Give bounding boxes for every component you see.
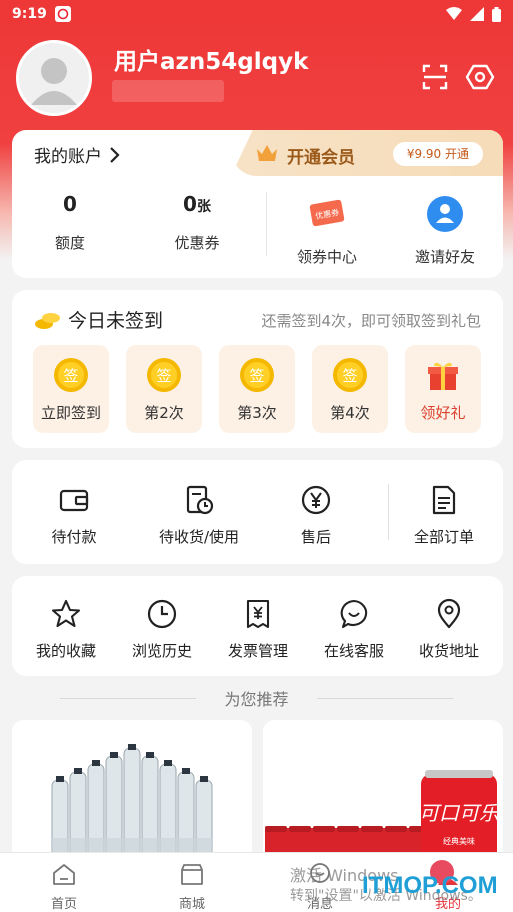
app-notification-icon xyxy=(54,6,71,22)
stat-credit-value: 0 xyxy=(63,192,77,216)
star-icon xyxy=(51,599,81,628)
tools-card: 我的收藏 浏览历史 发票管理 在线客服 收货地址 xyxy=(12,576,503,676)
svg-text:可口可乐: 可口可乐 xyxy=(419,801,501,825)
order-label: 售后 xyxy=(300,528,331,546)
nav-store[interactable]: 商城 xyxy=(152,861,232,912)
vip-open-button[interactable]: ¥9.90 开通 xyxy=(392,142,483,166)
divider xyxy=(388,484,389,540)
svg-text:签: 签 xyxy=(249,367,264,385)
vip-label: 开通会员 xyxy=(287,148,355,168)
status-time: 9:19 xyxy=(12,6,47,22)
nav-home[interactable]: 首页 xyxy=(24,861,104,912)
checkin-day-label: 第2次 xyxy=(144,404,184,422)
checkin-day-1[interactable]: 签 立即签到 xyxy=(33,345,109,433)
stat-coupons-value: 0张 xyxy=(183,192,211,216)
coupon-center-icon: 优惠券 xyxy=(309,199,345,227)
nav-label: 商城 xyxy=(178,897,205,912)
order-after-sales[interactable]: 售后 xyxy=(276,484,356,547)
checkin-day-2[interactable]: 签 第2次 xyxy=(126,345,202,433)
checkin-coin-icon: 签 xyxy=(333,358,367,392)
wallet-icon xyxy=(59,489,89,512)
svg-text:签: 签 xyxy=(156,367,171,385)
svg-text:经典美味: 经典美味 xyxy=(443,836,475,846)
yen-circle-icon xyxy=(301,485,331,515)
order-label: 待付款 xyxy=(51,528,97,546)
status-bar: 9:19 xyxy=(0,0,513,28)
stat-coupons[interactable]: 0张 优惠券 xyxy=(142,192,252,253)
settings-icon[interactable] xyxy=(465,62,495,92)
checkin-hint: 还需签到4次，即可领取签到礼包 xyxy=(261,312,481,330)
tool-invoices[interactable]: 发票管理 xyxy=(210,598,306,661)
scan-icon[interactable] xyxy=(420,62,450,92)
nav-label: 首页 xyxy=(50,897,77,912)
location-pin-icon xyxy=(437,598,461,629)
tool-label: 收货地址 xyxy=(418,642,479,660)
invite-friends-link[interactable]: 邀请好友 xyxy=(390,194,500,267)
invite-friends-label: 邀请好友 xyxy=(414,248,475,266)
site-logo: ITMOP.COM xyxy=(362,872,498,899)
order-pending-payment[interactable]: 待付款 xyxy=(34,484,114,547)
tool-address[interactable]: 收货地址 xyxy=(401,598,497,661)
gold-coins-icon xyxy=(35,313,60,329)
invoice-icon xyxy=(246,599,270,629)
stat-coupons-label: 优惠券 xyxy=(174,234,220,252)
svg-text:签: 签 xyxy=(63,367,78,385)
invite-friend-icon xyxy=(427,196,463,232)
checkin-coin-icon: 签 xyxy=(54,358,88,392)
store-icon xyxy=(181,864,203,885)
chevron-right-icon xyxy=(110,146,120,163)
checkin-day-label: 第4次 xyxy=(330,404,370,422)
order-label: 全部订单 xyxy=(413,528,474,546)
tool-label: 浏览历史 xyxy=(131,642,192,660)
tool-customer-service[interactable]: 在线客服 xyxy=(306,598,402,661)
username[interactable]: 用户azn54glqyk xyxy=(114,42,308,76)
tool-label: 发票管理 xyxy=(227,642,288,660)
order-pending-receipt[interactable]: 待收货/使用 xyxy=(144,484,254,547)
account-card: 我的账户 开通会员 ¥9.90 开通 0 额度 0张 优惠券 优惠券 领券中心 … xyxy=(12,130,503,278)
checkin-gift-label: 领好礼 xyxy=(420,404,466,422)
crown-icon xyxy=(257,145,277,161)
svg-text:签: 签 xyxy=(342,367,357,385)
stat-credit-label: 额度 xyxy=(54,234,85,252)
tool-history[interactable]: 浏览历史 xyxy=(114,598,210,661)
checkin-coin-icon: 签 xyxy=(240,358,274,392)
home-icon xyxy=(53,864,75,885)
checkin-day-label: 第3次 xyxy=(237,404,277,422)
checkin-day-label: 立即签到 xyxy=(40,404,101,422)
checkin-day-4[interactable]: 签 第4次 xyxy=(312,345,388,433)
checkin-day-3[interactable]: 签 第3次 xyxy=(219,345,295,433)
gift-icon xyxy=(428,362,458,390)
divider xyxy=(317,698,453,699)
checkin-gift[interactable]: 领好礼 xyxy=(405,345,481,433)
divider xyxy=(266,192,267,256)
tool-favorites[interactable]: 我的收藏 xyxy=(18,598,114,661)
vip-banner[interactable]: 开通会员 ¥9.90 开通 xyxy=(231,130,503,176)
order-all[interactable]: 全部订单 xyxy=(404,484,484,547)
checkin-title: 今日未签到 xyxy=(68,310,164,332)
tool-label: 在线客服 xyxy=(323,642,384,660)
checkin-card: 今日未签到 还需签到4次，即可领取签到礼包 签 立即签到 签 第2次 签 第3次… xyxy=(12,290,503,448)
avatar[interactable] xyxy=(16,40,92,116)
my-account-link[interactable]: 我的账户 xyxy=(34,142,120,167)
coupon-center-link[interactable]: 优惠券 领券中心 xyxy=(272,194,382,267)
clock-icon xyxy=(147,599,177,629)
signal-icon xyxy=(470,7,484,21)
user-id-placeholder xyxy=(112,80,224,102)
document-icon xyxy=(432,485,456,515)
coupon-center-label: 领券中心 xyxy=(296,248,357,266)
checkin-coin-icon: 签 xyxy=(147,358,181,392)
wifi-icon xyxy=(446,7,462,20)
tool-label: 我的收藏 xyxy=(35,642,96,660)
battery-icon xyxy=(492,6,501,22)
chat-smile-icon xyxy=(340,599,368,629)
receipt-clock-icon xyxy=(186,485,214,515)
orders-card: 待付款 待收货/使用 售后 全部订单 xyxy=(12,460,503,564)
order-label: 待收货/使用 xyxy=(158,528,240,546)
stat-credit[interactable]: 0 额度 xyxy=(15,192,125,253)
my-account-label: 我的账户 xyxy=(34,147,102,167)
